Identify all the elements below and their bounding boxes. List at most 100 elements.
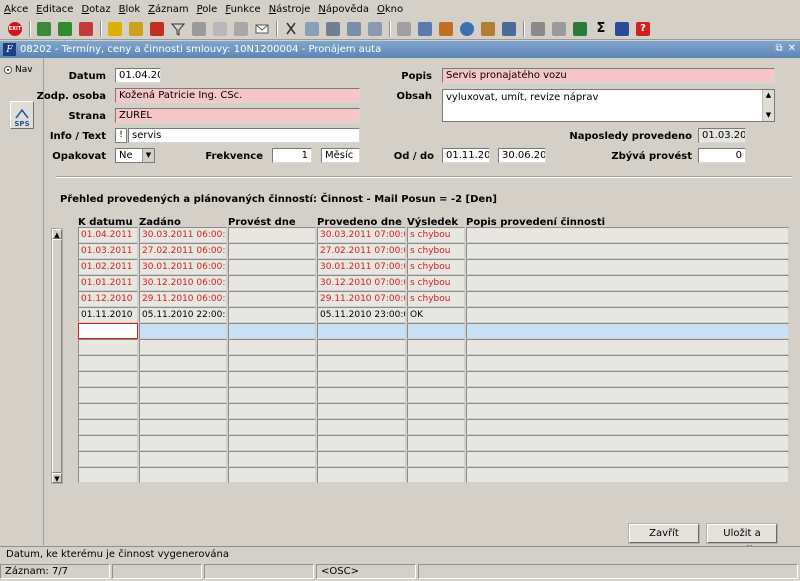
table-row[interactable]: 01.03.201127.02.2011 06:00:05 27.02.2011 … — [78, 243, 792, 259]
cell-provest-dne[interactable] — [228, 339, 316, 355]
cell-vysledek[interactable] — [407, 371, 465, 387]
execute-query-icon[interactable] — [127, 20, 145, 38]
cell-zadano[interactable]: 29.11.2010 06:00:05 — [139, 291, 227, 307]
cell-provedeno-dne[interactable] — [317, 435, 406, 451]
restore-icon[interactable]: ⧉ — [775, 43, 782, 54]
cell-zadano[interactable] — [139, 451, 227, 467]
excel-icon[interactable] — [571, 20, 589, 38]
cell-zadano[interactable] — [139, 371, 227, 387]
menu-dotaz[interactable]: Dotaz — [81, 4, 110, 15]
cell-popis[interactable] — [466, 435, 789, 451]
cell-provedeno-dne[interactable] — [317, 339, 406, 355]
cell-zadano[interactable] — [139, 419, 227, 435]
cell-provedeno-dne[interactable] — [317, 387, 406, 403]
save-close-button[interactable]: Uložit a zavřít — [707, 524, 777, 556]
table-row[interactable] — [78, 419, 792, 435]
cell-k-datumu[interactable]: 01.03.2011 — [78, 243, 138, 259]
cell-popis[interactable] — [466, 403, 789, 419]
cell-vysledek[interactable] — [407, 467, 465, 483]
cell-zadano[interactable] — [139, 355, 227, 371]
zodp-osoba-field[interactable]: Kožená Patricie Ing. CSc. — [115, 88, 360, 103]
datum-field[interactable]: 01.04.2011 — [115, 68, 161, 83]
cell-popis[interactable] — [466, 467, 789, 483]
cell-popis[interactable] — [466, 275, 789, 291]
cell-provedeno-dne[interactable] — [317, 419, 406, 435]
cell-provedeno-dne[interactable]: 29.11.2010 07:00:03 — [317, 291, 406, 307]
print-icon[interactable] — [190, 20, 208, 38]
frekvence-field[interactable]: 1 — [272, 148, 312, 163]
refresh-icon[interactable] — [437, 20, 455, 38]
cell-zadano[interactable] — [139, 403, 227, 419]
transfer-icon[interactable] — [416, 20, 434, 38]
cell-provedeno-dne[interactable]: 30.01.2011 07:00:00 — [317, 259, 406, 275]
popis-field[interactable]: Servis pronajatého vozu — [442, 68, 775, 83]
list-icon[interactable] — [366, 20, 384, 38]
cell-vysledek[interactable] — [407, 323, 465, 339]
clear-icon[interactable] — [303, 20, 321, 38]
scroll-down-icon[interactable]: ▼ — [763, 110, 774, 120]
cell-vysledek[interactable] — [407, 451, 465, 467]
cell-zadano[interactable] — [139, 467, 227, 483]
table-row[interactable] — [78, 371, 792, 387]
settings-icon[interactable] — [479, 20, 497, 38]
close-icon[interactable]: ✕ — [788, 43, 796, 54]
od-field[interactable]: 01.11.2010 — [442, 148, 490, 163]
cell-zadano[interactable]: 30.12.2010 06:00:05 — [139, 275, 227, 291]
table-row[interactable] — [78, 451, 792, 467]
menu-napoveda[interactable]: Nápověda — [318, 4, 369, 15]
cell-k-datumu[interactable]: 01.12.2010 — [78, 291, 138, 307]
table-row[interactable]: 01.01.201130.12.2010 06:00:05 30.12.2010 … — [78, 275, 792, 291]
table-row[interactable] — [78, 323, 792, 339]
cell-popis[interactable] — [466, 227, 789, 243]
cell-provedeno-dne[interactable] — [317, 467, 406, 483]
delete-record-icon[interactable] — [77, 20, 95, 38]
cell-provest-dne[interactable] — [228, 435, 316, 451]
sps-button[interactable]: SPS — [10, 101, 34, 129]
cut-icon[interactable] — [282, 20, 300, 38]
cell-provest-dne[interactable] — [228, 451, 316, 467]
cell-k-datumu[interactable] — [78, 451, 138, 467]
enter-query-icon[interactable] — [106, 20, 124, 38]
add-record-icon[interactable] — [56, 20, 74, 38]
cell-zadano[interactable] — [139, 339, 227, 355]
cell-provest-dne[interactable] — [228, 291, 316, 307]
menu-nastroje[interactable]: Nástroje — [269, 4, 311, 15]
cell-vysledek[interactable] — [407, 419, 465, 435]
cell-zadano[interactable] — [139, 387, 227, 403]
cell-popis[interactable] — [466, 307, 789, 323]
menu-editace[interactable]: Editace — [36, 4, 73, 15]
sync-icon[interactable] — [500, 20, 518, 38]
cell-k-datumu[interactable]: 01.01.2011 — [78, 275, 138, 291]
cell-k-datumu[interactable]: 01.04.2011 — [78, 227, 138, 243]
strana-field[interactable]: ZUREL — [115, 108, 360, 123]
scroll-up-icon[interactable]: ▲ — [52, 229, 62, 239]
cell-vysledek[interactable]: OK — [407, 307, 465, 323]
edit-icon[interactable] — [529, 20, 547, 38]
table-row[interactable] — [78, 387, 792, 403]
cell-vysledek[interactable] — [407, 355, 465, 371]
exit-icon[interactable]: EXIT — [6, 20, 24, 38]
cell-provest-dne[interactable] — [228, 307, 316, 323]
cell-provest-dne[interactable] — [228, 403, 316, 419]
cell-vysledek[interactable]: s chybou — [407, 227, 465, 243]
cell-vysledek[interactable] — [407, 339, 465, 355]
cell-provedeno-dne[interactable]: 05.11.2010 23:00:03 — [317, 307, 406, 323]
cell-popis[interactable] — [466, 259, 789, 275]
close-button[interactable]: Zavřít — [629, 524, 699, 543]
obsah-textarea[interactable]: vyluxovat, umít, revize náprav ▲ ▼ — [442, 89, 775, 122]
table-row[interactable] — [78, 467, 792, 483]
cell-provest-dne[interactable] — [228, 243, 316, 259]
cell-provedeno-dne[interactable] — [317, 371, 406, 387]
cell-provest-dne[interactable] — [228, 371, 316, 387]
menu-zaznam[interactable]: Záznam — [148, 4, 188, 15]
help-icon[interactable]: ? — [634, 20, 652, 38]
table-row[interactable]: 01.02.201130.01.2011 06:00:02 30.01.2011 … — [78, 259, 792, 275]
cell-popis[interactable] — [466, 323, 789, 339]
cell-vysledek[interactable]: s chybou — [407, 291, 465, 307]
cell-vysledek[interactable] — [407, 403, 465, 419]
cell-popis[interactable] — [466, 339, 789, 355]
cell-k-datumu[interactable] — [78, 467, 138, 483]
cell-provest-dne[interactable] — [228, 419, 316, 435]
cell-provedeno-dne[interactable] — [317, 355, 406, 371]
menu-blok[interactable]: Blok — [119, 4, 141, 15]
